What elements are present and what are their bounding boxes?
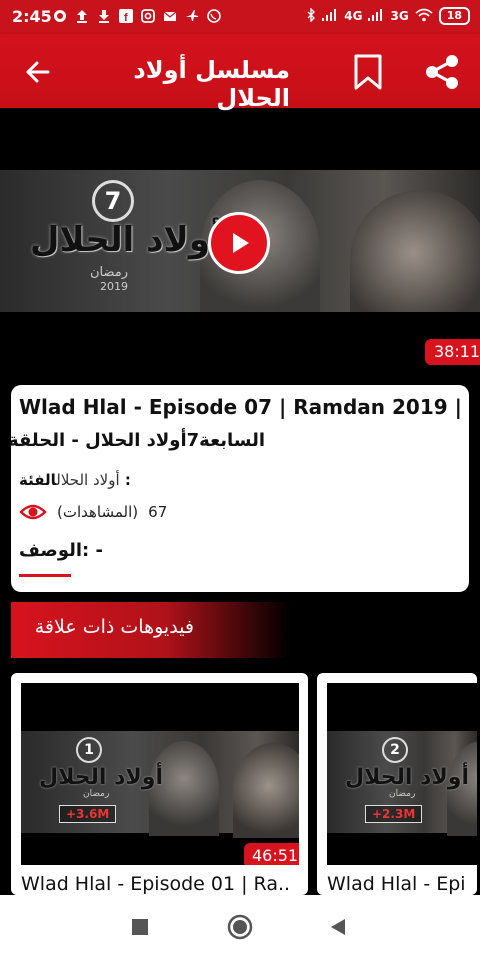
signal-icon-2 bbox=[368, 8, 384, 24]
recents-button[interactable] bbox=[126, 913, 154, 941]
category-value[interactable]: أولاد الحلال bbox=[56, 471, 119, 489]
app-toolbar: مسلسل أولاد الحلال bbox=[0, 34, 480, 112]
home-button[interactable] bbox=[226, 913, 254, 941]
battery-icon: 18 bbox=[438, 7, 470, 25]
related-videos-header: فيديوهات ذات علاقة bbox=[11, 602, 291, 658]
svg-text:f: f bbox=[124, 12, 128, 23]
related-video-thumbnail: 2 أولاد الحلال رمضان +2.3M bbox=[327, 683, 477, 865]
views-label: (المشاهدات) bbox=[57, 503, 139, 521]
related-video-thumbnail: 1 أولاد الحلال رمضان +3.6M 46:51 bbox=[21, 683, 299, 865]
eye-icon bbox=[19, 504, 47, 520]
bookmark-button[interactable] bbox=[350, 52, 386, 92]
video-title-arabic: السابعة7أولاد الحلال - الحلقة bbox=[8, 430, 265, 451]
related-video-title: Wlad Hlal - Epi bbox=[327, 873, 466, 895]
video-duration: 38:11 bbox=[425, 339, 480, 365]
facebook-icon: f bbox=[118, 8, 134, 24]
series-logo: أولاد الحلال bbox=[30, 220, 222, 260]
record-icon bbox=[52, 8, 68, 24]
network-type-1: 4G bbox=[344, 9, 363, 23]
play-icon bbox=[233, 233, 249, 253]
series-logo-year: 2019 bbox=[100, 280, 128, 293]
arrow-left-icon bbox=[26, 61, 50, 83]
system-back-button[interactable] bbox=[324, 913, 352, 941]
thumbnail-image: 2 أولاد الحلال رمضان +2.3M bbox=[327, 731, 477, 836]
network-type-2: 3G bbox=[390, 9, 409, 23]
related-video-card[interactable]: 1 أولاد الحلال رمضان +3.6M 46:51 Wlad Hl… bbox=[11, 673, 308, 895]
thumbnail-person bbox=[350, 190, 480, 312]
description-label: الوصف: - bbox=[19, 540, 103, 561]
notification-icons: f bbox=[52, 8, 222, 24]
episode-number-badge: 1 bbox=[76, 737, 102, 763]
status-bar: 2:45 f 4G 3G 18 bbox=[0, 0, 480, 34]
triangle-back-icon bbox=[331, 919, 345, 935]
airplane-icon bbox=[184, 8, 200, 24]
mail-icon bbox=[162, 8, 178, 24]
bookmark-icon bbox=[354, 54, 382, 90]
share-icon bbox=[426, 55, 458, 89]
clock: 2:45 bbox=[12, 7, 52, 26]
back-button[interactable] bbox=[20, 54, 56, 90]
whatsapp-icon bbox=[206, 8, 222, 24]
related-video-card[interactable]: 2 أولاد الحلال رمضان +2.3M Wlad Hlal - E… bbox=[317, 673, 477, 895]
square-icon bbox=[132, 919, 148, 935]
views-row: (المشاهدات) 67 bbox=[19, 499, 167, 525]
series-logo: أولاد الحلال bbox=[345, 765, 469, 790]
thumbnail-views-badge: +2.3M bbox=[365, 805, 423, 823]
views-count: 67 bbox=[148, 503, 168, 521]
episode-number-badge: 2 bbox=[382, 737, 408, 763]
category-row: أولاد الحلالالفئة : bbox=[19, 471, 131, 489]
related-videos-title: فيديوهات ذات علاقة bbox=[34, 616, 194, 638]
circle-icon bbox=[227, 914, 253, 940]
bluetooth-icon bbox=[306, 6, 316, 25]
thumbnail-image: 1 أولاد الحلال رمضان +3.6M bbox=[21, 731, 299, 838]
instagram-icon bbox=[140, 8, 156, 24]
related-video-title: Wlad Hlal - Episode 01 | Ra.. bbox=[21, 873, 291, 895]
upload-icon bbox=[74, 8, 90, 24]
thumbnail-views-badge: +3.6M bbox=[59, 805, 117, 823]
page-title: مسلسل أولاد الحلال bbox=[133, 56, 290, 112]
system-status: 4G 3G 18 bbox=[306, 6, 470, 25]
series-logo-sub: رمضان bbox=[389, 789, 416, 799]
system-navigation-bar bbox=[0, 895, 480, 960]
share-button[interactable] bbox=[422, 52, 462, 92]
play-button[interactable] bbox=[208, 212, 270, 274]
wifi-icon bbox=[415, 8, 433, 25]
series-logo: أولاد الحلال bbox=[39, 765, 163, 790]
episode-number-badge: 7 bbox=[92, 180, 134, 222]
description-underline bbox=[19, 574, 71, 577]
signal-icon bbox=[322, 8, 338, 24]
video-player[interactable]: 7 أولاد الحلال رمضان 2019 bbox=[0, 170, 480, 312]
video-info-card: Wlad Hlal - Episode 07 | Ramdan 2019 | ا… bbox=[8, 385, 469, 592]
video-duration: 46:51 bbox=[244, 843, 299, 865]
series-logo-sub: رمضان bbox=[90, 265, 129, 280]
download-icon bbox=[96, 8, 112, 24]
series-logo-sub: رمضان bbox=[83, 789, 110, 799]
video-title: Wlad Hlal - Episode 07 | Ramdan 2019 | bbox=[19, 395, 462, 419]
